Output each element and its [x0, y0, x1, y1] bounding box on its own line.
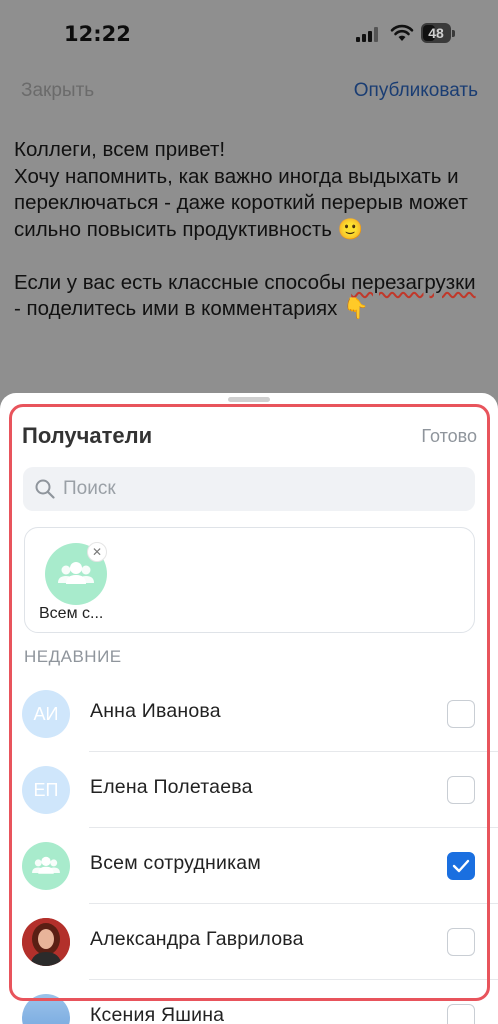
recipient-name: Анна Иванова	[90, 700, 221, 722]
signal-icon	[356, 27, 378, 42]
recipient-row[interactable]: АИ Анна Иванова	[22, 676, 498, 752]
sheet-grabber[interactable]	[228, 397, 270, 402]
user-photo	[22, 918, 70, 966]
recipient-checkbox[interactable]	[447, 776, 475, 804]
publish-button[interactable]: Опубликовать	[354, 80, 478, 102]
misspelled-word: перезагрузки	[351, 270, 476, 294]
recipient-name: Елена Полетаева	[90, 776, 253, 798]
search-box[interactable]	[23, 467, 475, 511]
status-time: 12:22	[64, 22, 131, 46]
search-input[interactable]	[63, 467, 463, 511]
recipient-row[interactable]: Всем сотрудникам	[22, 828, 498, 904]
recipient-row[interactable]: Александра Гаврилова	[22, 904, 498, 980]
recipient-name: Александра Гаврилова	[90, 928, 304, 950]
recipient-name: Ксения Яшина	[90, 1004, 225, 1024]
search-icon	[35, 479, 55, 499]
recipient-checkbox[interactable]	[447, 1004, 475, 1024]
battery-icon: 48	[421, 23, 455, 43]
avatar	[22, 918, 70, 966]
recipient-row[interactable]: Ксения Яшина	[22, 980, 476, 1024]
selected-recipients: ✕ Всем с...	[24, 527, 475, 633]
recipient-checkbox[interactable]	[447, 852, 475, 880]
done-button[interactable]: Готово	[421, 426, 477, 447]
post-text-part: - поделитесь ими в комментариях 👇	[14, 297, 369, 320]
checkmark-icon	[452, 859, 470, 873]
status-bar: 12:22 48	[0, 0, 498, 70]
recipient-checkbox[interactable]	[447, 928, 475, 956]
selected-chip-label: Всем с...	[39, 605, 104, 622]
group-icon	[32, 856, 60, 874]
recipient-row[interactable]: ЕП Елена Полетаева	[22, 752, 498, 828]
wifi-icon	[390, 24, 414, 41]
recipient-checkbox[interactable]	[447, 700, 475, 728]
avatar: АИ	[22, 690, 70, 738]
post-text[interactable]: Коллеги, всем привет! Хочу напомнить, ка…	[14, 137, 484, 323]
remove-chip-icon[interactable]: ✕	[87, 542, 107, 562]
sheet-title: Получатели	[22, 423, 153, 448]
avatar	[22, 842, 70, 890]
close-button[interactable]: Закрыть	[21, 80, 94, 102]
recipient-name: Всем сотрудникам	[90, 852, 261, 874]
avatar: ЕП	[22, 766, 70, 814]
avatar	[22, 994, 70, 1024]
battery-level: 48	[428, 25, 444, 41]
section-recent: НЕДАВНИЕ	[24, 647, 122, 666]
